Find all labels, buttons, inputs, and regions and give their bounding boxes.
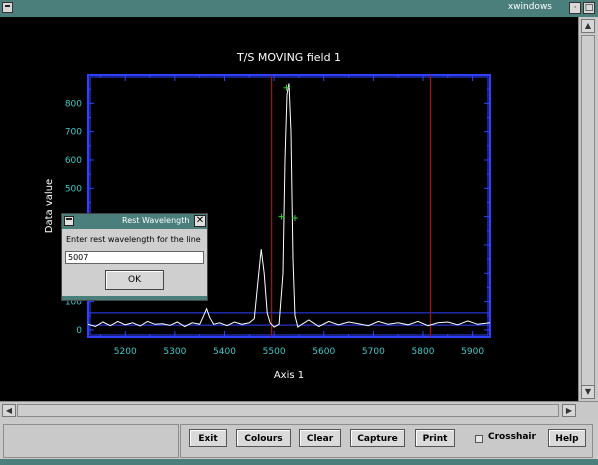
crosshair-label[interactable]: Crosshair [488,432,536,442]
colours-button[interactable]: Colours [236,429,291,447]
y-tick-label: 600 [65,156,82,166]
help-button[interactable]: Help [548,429,586,447]
x-tick-label: 5700 [362,347,385,357]
plot-canvas[interactable]: T/S MOVING field 1 Axis 1 Data value 5200 53… [0,17,578,401]
dialog-title: Rest Wavelength [122,216,190,225]
ok-button[interactable]: OK [105,270,164,290]
x-axis-label: Axis 1 [274,370,304,381]
chart-title: T/S MOVING field 1 [236,51,341,64]
control-panel: Exit Colours Clear Capture Print Crossha… [0,419,598,465]
x-tick-label: 5400 [213,347,236,357]
print-button[interactable]: Print [415,429,455,447]
crosshair-checkbox[interactable] [475,435,483,443]
horizontal-scroll-thumb[interactable] [17,404,559,417]
window-title-bar[interactable]: xwindows · □ [0,0,598,18]
rest-wavelength-input[interactable]: 5007 [65,251,204,264]
vertical-scroll-thumb[interactable] [581,35,595,397]
scroll-left-icon[interactable]: ◀ [2,404,16,417]
exit-button[interactable]: Exit [189,429,227,447]
y-tick-label: 0 [76,326,82,336]
x-tick-label: 5900 [461,347,484,357]
y-tick-label: 500 [65,184,82,194]
bottom-frame-strip [0,459,598,465]
close-icon[interactable]: ✕ [194,215,206,227]
x-tick-label: 5200 [114,347,137,357]
y-tick-label: 700 [65,128,82,138]
maximize-icon[interactable]: □ [583,2,595,14]
y-axis-label: Data value [44,179,55,233]
rest-wavelength-dialog: Rest Wavelength ✕ Enter rest wavelength … [61,213,208,301]
x-tick-label: 5600 [312,347,335,357]
window-title: xwindows [507,2,552,12]
vertical-scrollbar[interactable]: ▲ ▼ [578,17,598,401]
horizontal-scrollbar[interactable]: ◀ ▶ [0,401,598,419]
x-tick-label: 5500 [263,347,286,357]
window-menu-icon[interactable] [2,2,13,13]
y-tick-label: 800 [65,99,82,109]
clear-button[interactable]: Clear [299,429,341,447]
plot-svg: T/S MOVING field 1 Axis 1 Data value 5200 53… [44,51,491,381]
x-tick-label: 5800 [412,347,435,357]
dialog-prompt: Enter rest wavelength for the line [66,235,201,244]
x-tick-label: 5300 [163,347,186,357]
scroll-down-icon[interactable]: ▼ [581,385,595,399]
dialog-menu-icon[interactable] [64,216,74,226]
scroll-up-icon[interactable]: ▲ [581,19,595,33]
status-area [3,424,179,458]
minimize-icon[interactable]: · [569,2,581,14]
scroll-right-icon[interactable]: ▶ [562,404,576,417]
capture-button[interactable]: Capture [350,429,405,447]
dialog-bottom-strip [62,296,207,300]
